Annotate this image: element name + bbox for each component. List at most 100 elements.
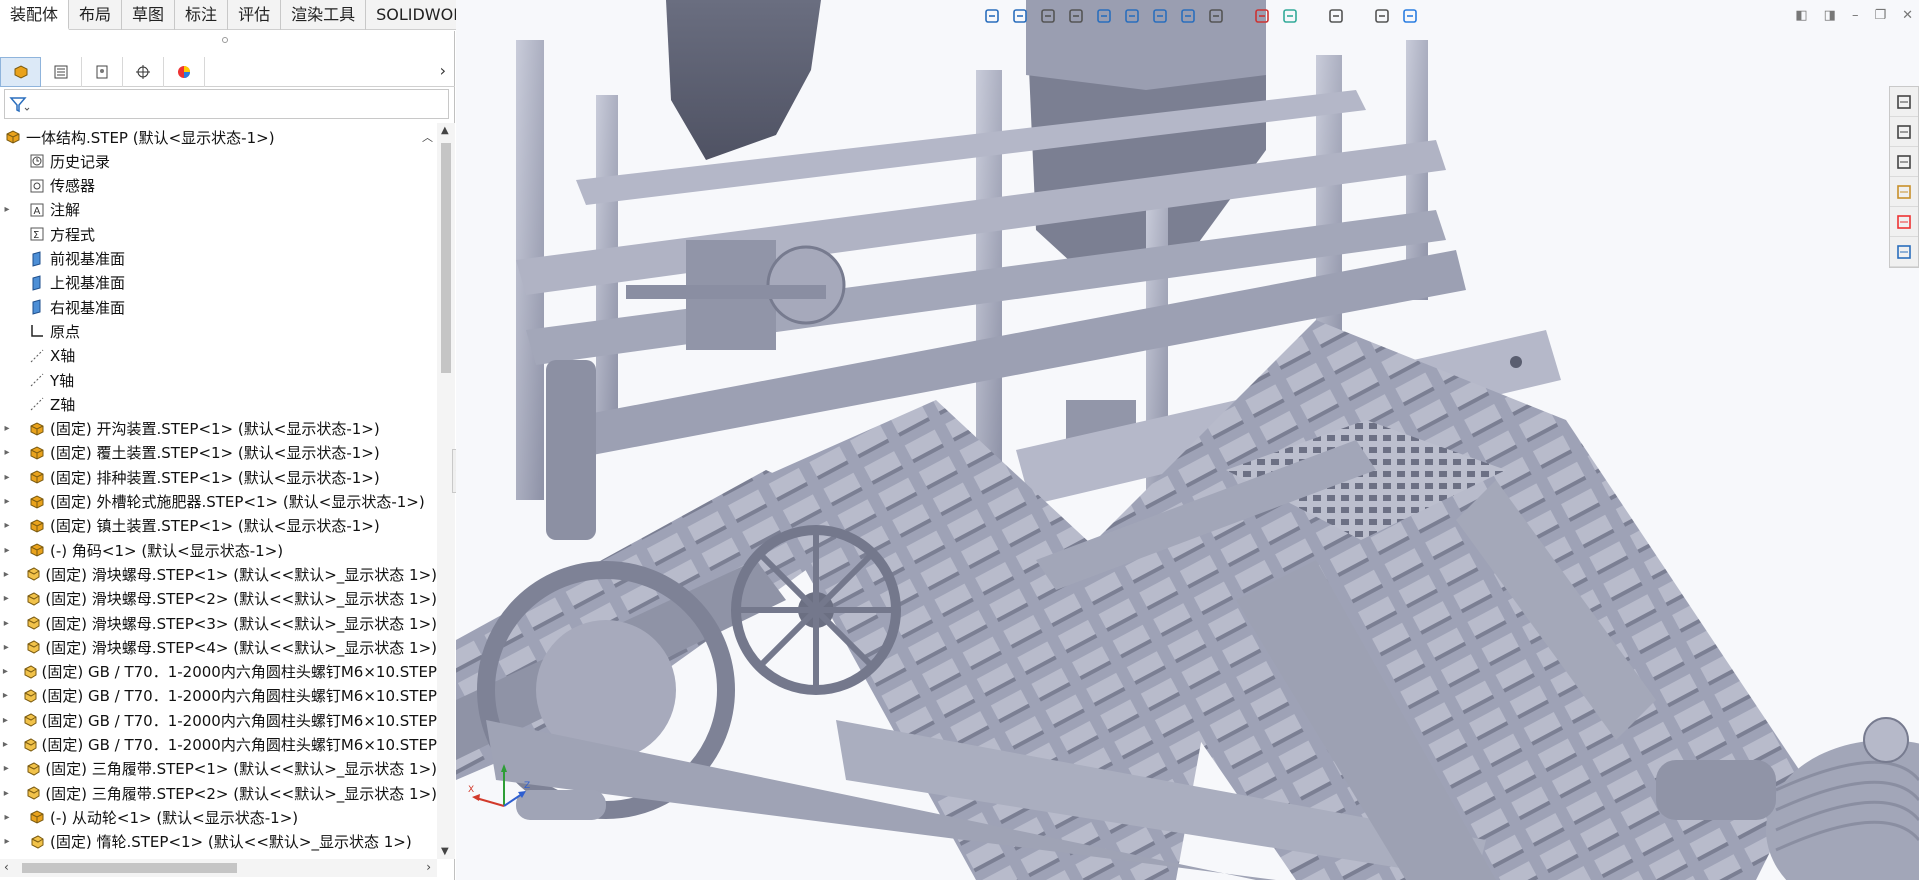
monitor-icon[interactable] [1372,6,1392,26]
expand-arrow-icon[interactable]: ▸ [0,496,14,507]
expand-arrow-icon[interactable]: ▸ [0,520,14,531]
tile-right-icon[interactable]: ◨ [1824,8,1836,23]
expand-arrow-icon[interactable]: ▸ [0,690,11,701]
view-settings-icon[interactable] [1326,6,1346,26]
zoom-to-fit-icon[interactable] [1010,6,1030,26]
tab-3[interactable]: 标注 [175,0,229,30]
file-explorer-icon[interactable] [1890,147,1918,177]
tree-item[interactable]: 前视基准面 [0,247,437,271]
tab-5[interactable]: 渲染工具 [281,0,367,30]
tree-item[interactable]: ▸ (固定) GB / T70．1-2000内六角圆柱头螺钉M6×10.STEP [0,733,437,757]
tile-left-icon[interactable]: ◧ [1795,8,1807,23]
home-icon[interactable] [1890,87,1918,117]
expand-arrow-icon[interactable]: ▸ [0,642,13,653]
scroll-thumb[interactable] [441,143,451,373]
tree-item[interactable]: 传感器 [0,174,437,198]
chevron-right-icon[interactable]: › [440,61,446,80]
view-orientation-menu-icon[interactable] [1150,6,1170,26]
chevron-up-icon[interactable]: ︿ [422,129,433,145]
display-style-icon[interactable] [1178,6,1198,26]
tree-item[interactable]: ▸ A 注解 [0,198,437,222]
design-library-icon[interactable] [1890,117,1918,147]
expand-arrow-icon[interactable]: ▸ [0,618,13,629]
panel-grip-icon[interactable] [222,37,228,43]
tree-item[interactable]: ▸ (固定) 覆土装置.STEP<1> (默认<显示状态-1>) [0,441,437,465]
tree-item[interactable]: ▸ (固定) 排种装置.STEP<1> (默认<显示状态-1>) [0,465,437,489]
featuremanager-icon[interactable] [0,57,41,87]
expand-arrow-icon[interactable]: ▸ [0,204,14,215]
expand-arrow-icon[interactable]: ▸ [0,739,11,750]
tree-item[interactable]: ▸ (-) 角码<1> (默认<显示状态-1>) [0,538,437,562]
tab-0[interactable]: 装配体 [0,0,70,30]
tree-item[interactable]: Y轴 [0,368,437,392]
tree-root[interactable]: 一体结构.STEP (默认<显示状态-1>) ︿ [0,125,437,149]
expand-arrow-icon[interactable]: ▸ [0,569,13,580]
scroll-down-icon[interactable]: ▼ [441,846,449,857]
dimxpert-icon[interactable] [123,57,164,87]
scroll-up-icon[interactable]: ▲ [441,125,449,136]
expand-arrow-icon[interactable]: ▸ [0,788,13,799]
previous-view-icon[interactable] [1066,6,1086,26]
tree-item[interactable]: ▸ (固定) GB / T70．1-2000内六角圆柱头螺钉M6×10.STEP [0,660,437,684]
close-icon[interactable]: ✕ [1902,8,1913,23]
tree-item[interactable]: ▸ (固定) 三角履带.STEP<1> (默认<<默认>_显示状态 1>) [0,757,437,781]
tree-item[interactable]: ▸ (固定) 镇土装置.STEP<1> (默认<显示状态-1>) [0,514,437,538]
scroll-right-icon[interactable]: › [426,860,431,874]
expand-arrow-icon[interactable]: ▸ [0,545,14,556]
tree-item[interactable]: ▸ (-) 从动轮<1> (默认<显示状态-1>) [0,805,437,829]
minimize-icon[interactable]: – [1852,8,1859,23]
tree-item[interactable]: ▸ (固定) 滑块螺母.STEP<1> (默认<<默认>_显示状态 1>) [0,562,437,586]
custom-properties-icon[interactable] [1890,237,1918,267]
tree-item[interactable]: Σ 方程式 [0,222,437,246]
propertymanager-icon[interactable] [41,57,82,87]
appearances-icon[interactable] [1890,207,1918,237]
view-orientation-icon[interactable] [982,6,1002,26]
graphics-area[interactable]: ◧ ◨ – ❐ ✕ X Z [456,0,1919,880]
tree-item[interactable]: ▸ (固定) GB / T70．1-2000内六角圆柱头螺钉M6×10.STEP [0,684,437,708]
3d-view-icon[interactable] [1400,6,1420,26]
zoom-area-icon[interactable] [1038,6,1058,26]
tree-item[interactable]: ▸ (固定) 外槽轮式施肥器.STEP<1> (默认<显示状态-1>) [0,490,437,514]
tree-item[interactable]: ▸ (固定) 滑块螺母.STEP<4> (默认<<默认>_显示状态 1>) [0,635,437,659]
filter-icon[interactable] [9,95,31,115]
expand-arrow-icon[interactable]: ▸ [0,423,14,434]
tree-item[interactable]: Z轴 [0,392,437,416]
tree-item[interactable]: 右视基准面 [0,295,437,319]
tree-item[interactable]: ▸ (固定) GB / T70．1-2000内六角圆柱头螺钉M6×10.STEP [0,708,437,732]
section-view-icon[interactable] [1094,6,1114,26]
expand-arrow-icon[interactable]: ▸ [0,666,11,677]
dynamic-annotation-icon[interactable] [1122,6,1142,26]
expand-arrow-icon[interactable]: ▸ [0,763,13,774]
hide-show-icon[interactable] [1206,6,1226,26]
display-manager-icon[interactable] [164,57,205,87]
tree-item[interactable]: ▸ (固定) 滑块螺母.STEP<3> (默认<<默认>_显示状态 1>) [0,611,437,635]
edit-appearance-icon[interactable] [1252,6,1272,26]
restore-icon[interactable]: ❐ [1874,8,1886,23]
tree-horizontal-scrollbar[interactable]: ‹ › [0,859,437,877]
configurationmanager-icon[interactable] [82,57,123,87]
tree-item[interactable]: 历史记录 [0,149,437,173]
expand-arrow-icon[interactable]: ▸ [0,836,14,847]
view-palette-icon[interactable] [1890,177,1918,207]
expand-arrow-icon[interactable]: ▸ [0,472,14,483]
expand-arrow-icon[interactable]: ▸ [0,593,13,604]
tree-item-label: 注解 [50,201,81,220]
tree-item[interactable]: ▸ (固定) 开沟装置.STEP<1> (默认<显示状态-1>) [0,417,437,441]
expand-arrow-icon[interactable]: ▸ [0,715,11,726]
apply-scene-icon[interactable] [1280,6,1300,26]
tree-item[interactable]: X轴 [0,344,437,368]
tree-item[interactable]: 原点 [0,319,437,343]
tree-item[interactable]: ▸ (固定) 三角履带.STEP<2> (默认<<默认>_显示状态 1>) [0,781,437,805]
expand-arrow-icon[interactable]: ▸ [0,812,14,823]
scroll-left-icon[interactable]: ‹ [4,860,9,874]
tree-filter-field[interactable] [4,89,449,119]
tab-2[interactable]: 草图 [122,0,176,30]
tree-item[interactable]: 上视基准面 [0,271,437,295]
expand-arrow-icon[interactable]: ▸ [0,447,14,458]
tab-1[interactable]: 布局 [69,0,123,30]
tab-4[interactable]: 评估 [228,0,282,30]
manager-tabs [0,57,455,87]
tree-item[interactable]: ▸ (固定) 惰轮.STEP<1> (默认<<默认>_显示状态 1>) [0,830,437,854]
scroll-thumb[interactable] [22,863,237,873]
tree-item[interactable]: ▸ (固定) 滑块螺母.STEP<2> (默认<<默认>_显示状态 1>) [0,587,437,611]
